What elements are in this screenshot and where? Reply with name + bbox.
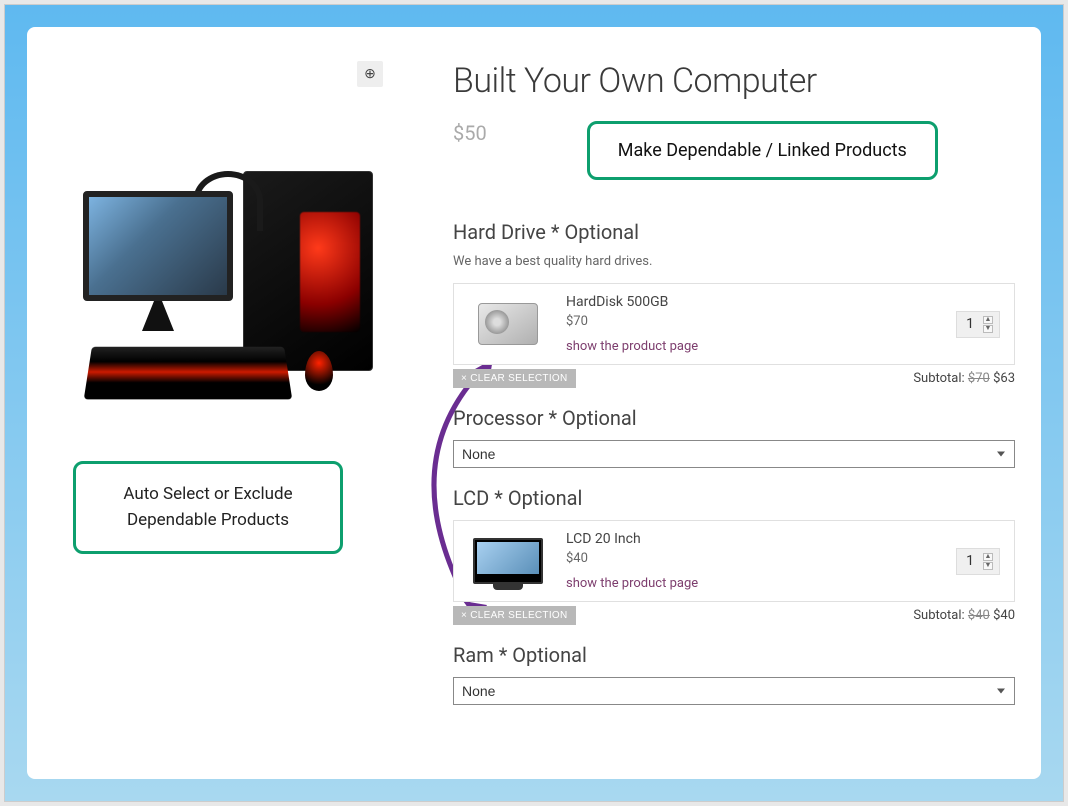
lcd-icon <box>473 538 543 584</box>
section-hard-drive: Hard Drive * Optional We have a best qua… <box>453 220 1015 388</box>
qty-up-icon[interactable]: ▲ <box>983 316 993 324</box>
heading-ram: Ram * Optional <box>453 643 1015 667</box>
monitor-graphic <box>83 191 233 301</box>
hdd-link[interactable]: show the product page <box>566 339 698 354</box>
product-image[interactable] <box>73 161 373 401</box>
hdd-price: $70 <box>566 314 938 329</box>
callout-dependable-text: Make Dependable / Linked Products <box>618 140 907 161</box>
lcd-link[interactable]: show the product page <box>566 576 698 591</box>
page-title: Built Your Own Computer <box>453 61 1015 101</box>
subtotal-lcd-final: $40 <box>993 608 1015 623</box>
heading-hard-drive: Hard Drive * Optional <box>453 220 1015 244</box>
heading-processor: Processor * Optional <box>453 406 1015 430</box>
section-ram: Ram * Optional None <box>453 643 1015 705</box>
subtotal-hdd-label: Subtotal: <box>913 371 964 386</box>
product-box-hdd: HardDisk 500GB $70 show the product page… <box>453 283 1015 365</box>
hdd-icon <box>478 303 538 345</box>
zoom-glyph: ⊕ <box>364 66 376 82</box>
product-card: ⊕ Auto Select or Exclude Dependable Prod… <box>27 27 1041 779</box>
qty-box-lcd[interactable]: 1 ▲ ▼ <box>956 548 1000 575</box>
qty-box-hdd[interactable]: 1 ▲ ▼ <box>956 311 1000 338</box>
heading-lcd: LCD * Optional <box>453 486 1015 510</box>
hdd-name: HardDisk 500GB <box>566 294 938 310</box>
base-price: $50 <box>453 121 487 145</box>
subtotal-lcd-label: Subtotal: <box>913 608 964 623</box>
options-column: Built Your Own Computer $50 Make Dependa… <box>453 61 1015 745</box>
monitor-stand-graphic <box>138 301 178 331</box>
qty-up-icon[interactable]: ▲ <box>983 553 993 561</box>
image-column: ⊕ Auto Select or Exclude Dependable Prod… <box>53 61 413 745</box>
callout-left-text1: Auto Select or Exclude <box>123 484 292 504</box>
ram-select[interactable]: None <box>453 677 1015 705</box>
thumb-hdd-wrap <box>468 294 548 354</box>
desc-hard-drive: We have a best quality hard drives. <box>453 254 1015 269</box>
subtotal-hdd: Subtotal: $70 $63 <box>913 371 1015 386</box>
zoom-icon[interactable]: ⊕ <box>357 61 383 87</box>
mouse-graphic <box>305 351 333 391</box>
hdd-qty: 1 <box>963 316 977 332</box>
section-processor: Processor * Optional None <box>453 406 1015 468</box>
lcd-price: $40 <box>566 551 938 566</box>
thumb-lcd-wrap <box>468 531 548 591</box>
section-lcd: LCD * Optional LCD 20 Inch $40 show the … <box>453 486 1015 625</box>
callout-auto-select: Auto Select or Exclude Dependable Produc… <box>73 461 343 554</box>
product-box-lcd: LCD 20 Inch $40 show the product page 1 … <box>453 520 1015 602</box>
processor-select[interactable]: None <box>453 440 1015 468</box>
subtotal-lcd-strike: $40 <box>968 608 990 623</box>
callout-left-text2: Dependable Products <box>127 510 289 530</box>
lcd-qty: 1 <box>963 553 977 569</box>
clear-lcd-button[interactable]: × CLEAR SELECTION <box>453 606 576 625</box>
subtotal-lcd: Subtotal: $40 $40 <box>913 608 1015 623</box>
qty-down-icon[interactable]: ▼ <box>983 562 993 570</box>
subtotal-hdd-strike: $70 <box>968 371 990 386</box>
callout-dependable: Make Dependable / Linked Products <box>587 121 938 180</box>
lcd-name: LCD 20 Inch <box>566 531 938 547</box>
subtotal-hdd-final: $63 <box>993 371 1015 386</box>
clear-hdd-button[interactable]: × CLEAR SELECTION <box>453 369 576 388</box>
keyboard-graphic <box>84 347 293 400</box>
qty-down-icon[interactable]: ▼ <box>983 325 993 333</box>
gradient-frame: ⊕ Auto Select or Exclude Dependable Prod… <box>4 4 1064 802</box>
